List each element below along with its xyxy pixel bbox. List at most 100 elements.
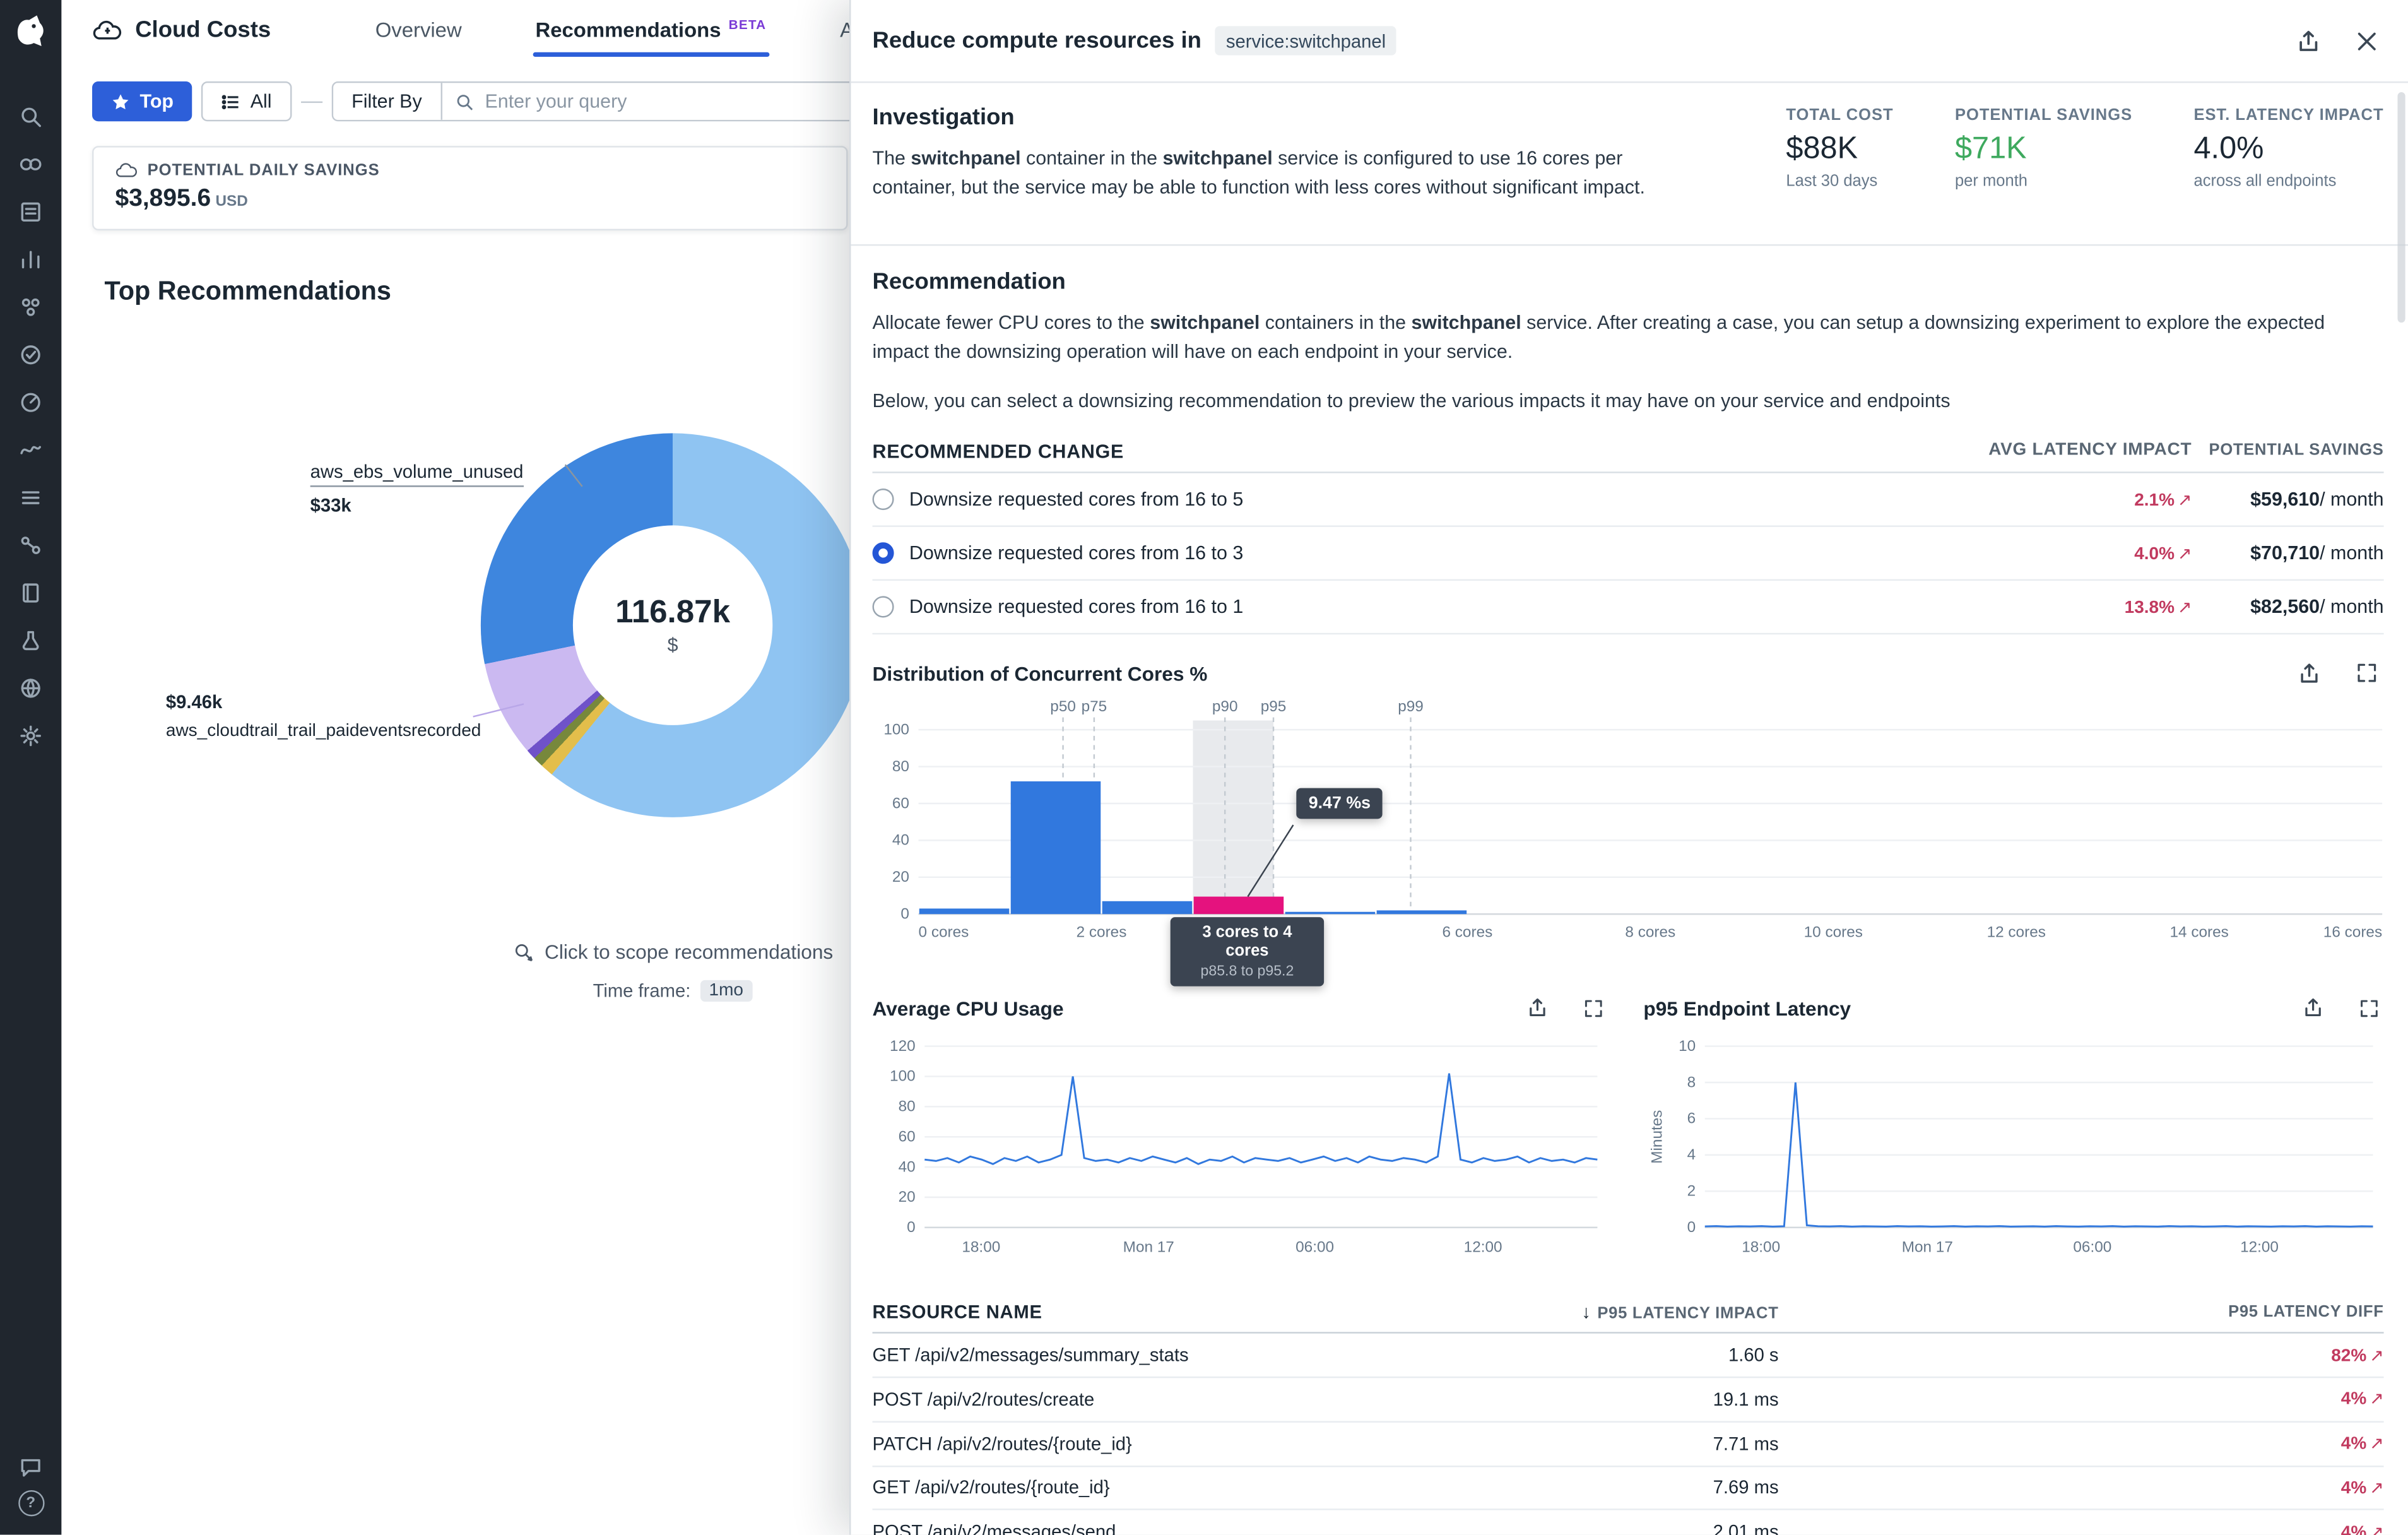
- donut-label-ebs: aws_ebs_volume_unused $33k: [310, 458, 524, 516]
- svg-text:12 cores: 12 cores: [1987, 924, 2046, 941]
- downsize-option-row[interactable]: Downsize requested cores from 16 to 5 2.…: [873, 473, 2384, 527]
- filter-by-label[interactable]: Filter By: [333, 83, 442, 119]
- svg-text:06:00: 06:00: [2073, 1239, 2111, 1256]
- synthetics-icon[interactable]: [17, 388, 45, 416]
- all-filter-button[interactable]: All: [201, 81, 292, 121]
- svg-text:06:00: 06:00: [1295, 1239, 1334, 1256]
- distribution-header: Distribution of Concurrent Cores %: [851, 635, 2408, 690]
- svg-text:120: 120: [890, 1038, 916, 1055]
- resource-row[interactable]: PATCH /api/v2/routes/{route_id} 7.71 ms …: [873, 1422, 2384, 1466]
- svg-text:p50: p50: [1050, 698, 1076, 715]
- network-icon[interactable]: [17, 531, 45, 559]
- svg-text:14 cores: 14 cores: [2170, 924, 2229, 941]
- distribution-chart[interactable]: 020406080100p50p75p90p95p990 cores2 core…: [873, 696, 2384, 969]
- svg-text:4: 4: [1687, 1146, 1696, 1163]
- resource-row[interactable]: GET /api/v2/routes/{route_id} 7.69 ms 4%…: [873, 1466, 2384, 1510]
- radio-button[interactable]: [873, 489, 894, 510]
- resource-row[interactable]: GET /api/v2/messages/summary_stats 1.60 …: [873, 1334, 2384, 1378]
- scrollbar[interactable]: [2397, 92, 2405, 323]
- export-icon[interactable]: [2296, 991, 2330, 1025]
- logs-icon[interactable]: [17, 198, 45, 225]
- svg-text:100: 100: [890, 1068, 916, 1085]
- cpu-usage-chart[interactable]: Average CPU Usage 02040608010012018:00Mo…: [873, 973, 1610, 1281]
- expand-icon[interactable]: [1576, 991, 1610, 1025]
- recommendation-note: Below, you can select a downsizing recom…: [873, 387, 2384, 417]
- resource-row[interactable]: POST /api/v2/routes/create 19.1 ms 4%↗: [873, 1378, 2384, 1422]
- query-input[interactable]: [442, 83, 890, 119]
- export-icon[interactable]: [2292, 24, 2326, 58]
- infrastructure-icon[interactable]: [17, 150, 45, 177]
- security-icon[interactable]: [17, 673, 45, 701]
- time-frame-value-tag[interactable]: 1mo: [700, 980, 753, 1002]
- investigation-body: The switchpanel container in the switchp…: [873, 145, 1648, 202]
- svg-text:60: 60: [892, 795, 909, 812]
- svg-text:10 cores: 10 cores: [1804, 924, 1863, 941]
- recommendation-body: Allocate fewer CPU cores to the switchpa…: [873, 309, 2384, 368]
- list-icon: [221, 92, 241, 112]
- chat-icon[interactable]: [17, 1452, 45, 1480]
- metrics-icon[interactable]: [17, 245, 45, 273]
- service-tag[interactable]: service:switchpanel: [1215, 26, 1396, 55]
- panel-title: Reduce compute resources in: [873, 28, 1201, 54]
- recommendation-side-panel: Reduce compute resources in service:swit…: [849, 0, 2408, 1535]
- svg-text:18:00: 18:00: [962, 1239, 1000, 1256]
- svg-text:10: 10: [1679, 1038, 1696, 1055]
- datadog-logo-icon[interactable]: [11, 12, 50, 52]
- scope-recommendations-action[interactable]: Click to scope recommendations: [457, 940, 888, 964]
- top-filter-button[interactable]: Top: [92, 81, 192, 121]
- potential-daily-savings-card: POTENTIAL DAILY SAVINGS $3,895.6USD: [92, 146, 848, 230]
- svg-text:6 cores: 6 cores: [1442, 924, 1492, 941]
- apm-icon[interactable]: [17, 436, 45, 463]
- resource-row[interactable]: POST /api/v2/messages/send 2.01 ms 4%↗: [873, 1510, 2384, 1535]
- export-icon[interactable]: [1521, 991, 1555, 1025]
- ci-icon[interactable]: [17, 626, 45, 654]
- cloud-costs-icon: [92, 18, 123, 42]
- svg-text:Mon 17: Mon 17: [1123, 1239, 1174, 1256]
- svg-text:p95: p95: [1261, 698, 1287, 715]
- tab-overview[interactable]: Overview: [338, 0, 499, 60]
- trend-up-icon: ↗: [2370, 1479, 2383, 1498]
- savings-value: $3,895.6USD: [115, 186, 825, 214]
- search-icon[interactable]: [17, 102, 45, 130]
- investigation-heading: Investigation: [873, 105, 1648, 131]
- svg-text:16 cores: 16 cores: [2323, 924, 2382, 941]
- downsize-option-row[interactable]: Downsize requested cores from 16 to 3 4.…: [873, 527, 2384, 581]
- help-icon[interactable]: ?: [18, 1490, 44, 1516]
- svg-text:100: 100: [883, 721, 909, 738]
- svg-text:12:00: 12:00: [2240, 1239, 2279, 1256]
- svg-text:0: 0: [1687, 1219, 1696, 1236]
- close-icon[interactable]: [2350, 24, 2384, 58]
- tab-recommendations[interactable]: RecommendationsBETA: [499, 0, 803, 60]
- svg-text:8 cores: 8 cores: [1625, 924, 1675, 941]
- trend-up-icon: ↗: [2370, 1524, 2383, 1535]
- table-header: RECOMMENDED CHANGE AVG LATENCY IMPACT PO…: [873, 434, 2384, 473]
- sort-desc-icon[interactable]: ↓: [1581, 1301, 1591, 1323]
- trend-up-icon: ↗: [2178, 491, 2192, 509]
- endpoint-latency-chart[interactable]: p95 Endpoint Latency 024681018:00Mon 170…: [1643, 973, 2385, 1281]
- radio-button[interactable]: [873, 543, 894, 564]
- svg-text:12:00: 12:00: [1464, 1239, 1502, 1256]
- processes-icon[interactable]: [17, 483, 45, 511]
- beta-badge: BETA: [729, 16, 767, 32]
- watchdog-icon[interactable]: [17, 293, 45, 321]
- notebooks-icon[interactable]: [17, 578, 45, 606]
- resource-latency-table: RESOURCE NAME ↓P95 LATENCY IMPACT P95 LA…: [873, 1294, 2384, 1535]
- radio-button[interactable]: [873, 596, 894, 618]
- stat-latency-impact: EST. LATENCY IMPACT 4.0% across all endp…: [2193, 106, 2383, 244]
- filter-joiner: [301, 100, 322, 102]
- svg-text:2: 2: [1687, 1183, 1696, 1200]
- cursor-scope-icon: [512, 941, 534, 963]
- settings-icon[interactable]: [17, 721, 45, 749]
- downsize-option-row[interactable]: Downsize requested cores from 16 to 1 13…: [873, 581, 2384, 634]
- trend-up-icon: ↗: [2370, 1346, 2383, 1365]
- trend-up-icon: ↗: [2370, 1391, 2383, 1409]
- export-icon[interactable]: [2292, 656, 2326, 690]
- expand-icon[interactable]: [2350, 656, 2384, 690]
- expand-icon[interactable]: [2351, 991, 2385, 1025]
- monitors-icon[interactable]: [17, 340, 45, 368]
- panel-header: Reduce compute resources in service:swit…: [851, 0, 2408, 83]
- trend-up-icon: ↗: [2178, 545, 2192, 563]
- table-header: RESOURCE NAME ↓P95 LATENCY IMPACT P95 LA…: [873, 1294, 2384, 1334]
- range-tooltip: 3 cores to 4 cores p85.8 to p95.2: [1171, 917, 1324, 987]
- svg-text:2 cores: 2 cores: [1077, 924, 1127, 941]
